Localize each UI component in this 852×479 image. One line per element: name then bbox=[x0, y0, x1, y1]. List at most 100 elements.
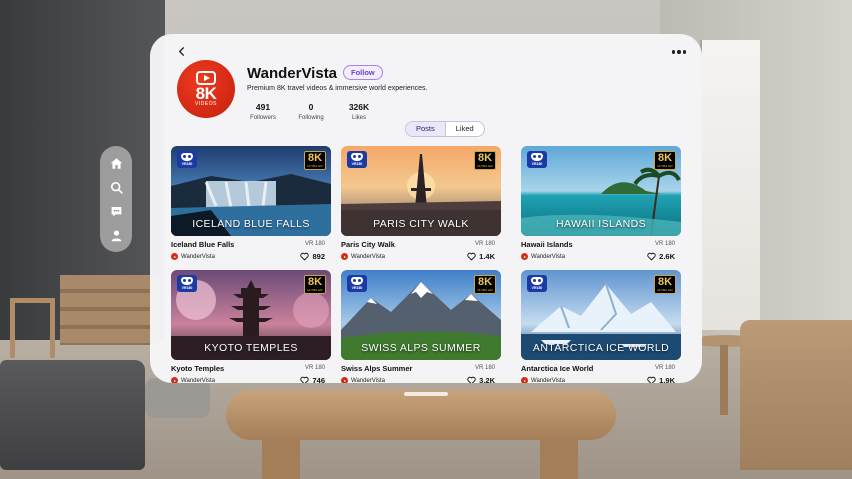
like-button[interactable]: 892 bbox=[300, 252, 325, 261]
stat-value: 326K bbox=[348, 102, 370, 112]
video-card[interactable]: VR180 8K ULTRA HD HAWAII ISLANDS Hawaii I… bbox=[521, 146, 681, 261]
like-count: 3.2K bbox=[479, 376, 495, 383]
nav-profile-button[interactable] bbox=[105, 224, 127, 246]
sofa bbox=[0, 360, 145, 470]
video-format-tag: VR 180 bbox=[654, 365, 675, 371]
tab-posts[interactable]: Posts bbox=[406, 122, 446, 136]
author-avatar-icon bbox=[171, 253, 178, 260]
armchair bbox=[740, 320, 852, 470]
channel-avatar[interactable]: 8K VIDEOS bbox=[177, 60, 235, 118]
avatar-big-text: 8K bbox=[195, 84, 217, 103]
window-grabber[interactable] bbox=[404, 392, 448, 396]
back-button[interactable] bbox=[174, 44, 188, 58]
video-thumbnail[interactable]: VR180 8K ULTRA HD KYOTO TEMPLES bbox=[171, 270, 331, 360]
8k-badge-sub: ULTRA HD bbox=[477, 288, 493, 292]
video-thumbnail[interactable]: VR180 8K ULTRA HD PARIS CITY WALK bbox=[341, 146, 501, 236]
channel-name: WanderVista bbox=[247, 65, 338, 82]
8k-badge-main: 8K bbox=[477, 276, 493, 288]
avatar-small-text: VIDEOS bbox=[195, 101, 217, 107]
author-avatar-icon bbox=[521, 377, 528, 383]
nav-messages-button[interactable] bbox=[105, 200, 127, 222]
thumbnail-overlay-title: HAWAII ISLANDS bbox=[555, 218, 646, 230]
stat-value: 491 bbox=[255, 102, 271, 112]
video-title[interactable]: Kyoto Temples bbox=[171, 364, 224, 373]
like-button[interactable]: 1.4K bbox=[467, 252, 495, 261]
thumbnail-overlay-title: ANTARCTICA ICE WORLD bbox=[532, 342, 670, 354]
video-author[interactable]: WanderVista bbox=[171, 253, 215, 260]
author-name: WanderVista bbox=[351, 253, 386, 260]
more-dot bbox=[677, 50, 681, 54]
video-format-tag: VR 180 bbox=[304, 241, 325, 247]
nav-search-button[interactable] bbox=[105, 176, 127, 198]
author-avatar-icon bbox=[521, 253, 528, 260]
vr-headset-icon bbox=[181, 277, 193, 285]
video-card[interactable]: VR180 8K ULTRA HD ICELAND BLUE FALLS Icel… bbox=[171, 146, 331, 261]
stat-followers[interactable]: 491 Followers bbox=[247, 102, 279, 121]
heart-icon bbox=[467, 376, 476, 383]
author-name: WanderVista bbox=[181, 377, 216, 384]
like-count: 1.9K bbox=[659, 376, 675, 383]
profile-window: 8K VIDEOS WanderVista Follow Premium 8K … bbox=[150, 34, 702, 383]
video-card[interactable]: VR180 8K ULTRA HD PARIS CITY WALK Paris C… bbox=[341, 146, 501, 261]
video-thumbnail[interactable]: VR180 8K ULTRA HD HAWAII ISLANDS bbox=[521, 146, 681, 236]
vr-headset-icon bbox=[351, 153, 363, 161]
stat-following[interactable]: 0 Following bbox=[295, 102, 327, 121]
8k-badge-main: 8K bbox=[657, 276, 673, 288]
video-author[interactable]: WanderVista bbox=[521, 253, 565, 260]
tab-liked[interactable]: Liked bbox=[446, 122, 484, 136]
vr180-badge: VR180 bbox=[527, 151, 547, 168]
vr-badge-text: VR180 bbox=[531, 286, 543, 290]
vr-badge-text: VR180 bbox=[181, 162, 193, 166]
video-thumbnail[interactable]: VR180 8K ULTRA HD ANTARCTICA ICE WORLD bbox=[521, 270, 681, 360]
thumbnail-overlay-title: ICELAND BLUE FALLS bbox=[192, 218, 310, 230]
vr180-badge: VR180 bbox=[527, 275, 547, 292]
author-avatar-icon bbox=[341, 253, 348, 260]
video-card[interactable]: VR180 8K ULTRA HD KYOTO TEMPLES Kyoto Tem… bbox=[171, 270, 331, 383]
table-leg bbox=[540, 435, 578, 479]
heart-icon bbox=[467, 252, 476, 261]
play-icon bbox=[196, 71, 216, 85]
video-title[interactable]: Hawaii Islands bbox=[521, 240, 573, 249]
side-navigation bbox=[100, 146, 132, 252]
video-card[interactable]: VR180 8K ULTRA HD SWISS ALPS SUMMER Swiss… bbox=[341, 270, 501, 383]
stat-likes: 326K Likes bbox=[343, 102, 375, 121]
vr-badge-text: VR180 bbox=[531, 162, 543, 166]
like-button[interactable]: 1.9K bbox=[647, 376, 675, 383]
vr-badge-text: VR180 bbox=[351, 286, 363, 290]
8k-badge-sub: ULTRA HD bbox=[477, 164, 493, 168]
video-title[interactable]: Swiss Alps Summer bbox=[341, 364, 412, 373]
video-author[interactable]: WanderVista bbox=[341, 253, 385, 260]
8k-badge: 8K ULTRA HD bbox=[654, 275, 676, 294]
profile-icon bbox=[111, 229, 121, 241]
follow-button[interactable]: Follow bbox=[343, 65, 383, 80]
heart-icon bbox=[300, 376, 310, 383]
video-title[interactable]: Paris City Walk bbox=[341, 240, 395, 249]
table-leg bbox=[262, 435, 300, 479]
coffee-table bbox=[226, 390, 616, 440]
nav-home-button[interactable] bbox=[105, 152, 127, 174]
8k-badge: 8K ULTRA HD bbox=[304, 275, 326, 294]
video-card[interactable]: VR180 8K ULTRA HD ANTARCTICA ICE WORLD An… bbox=[521, 270, 681, 383]
video-thumbnail[interactable]: VR180 8K ULTRA HD SWISS ALPS SUMMER bbox=[341, 270, 501, 360]
more-options-button[interactable] bbox=[670, 46, 688, 58]
8k-badge-main: 8K bbox=[307, 152, 323, 164]
like-button[interactable]: 3.2K bbox=[467, 376, 495, 383]
video-author[interactable]: WanderVista bbox=[341, 377, 385, 383]
video-author[interactable]: WanderVista bbox=[171, 377, 215, 383]
video-thumbnail[interactable]: VR180 8K ULTRA HD ICELAND BLUE FALLS bbox=[171, 146, 331, 236]
like-button[interactable]: 746 bbox=[300, 376, 325, 383]
chevron-left-icon bbox=[178, 46, 184, 56]
like-button[interactable]: 2.6K bbox=[647, 252, 675, 261]
vr-badge-text: VR180 bbox=[351, 162, 363, 166]
8k-badge-sub: ULTRA HD bbox=[657, 288, 673, 292]
video-title[interactable]: Iceland Blue Falls bbox=[171, 240, 234, 249]
8k-badge: 8K ULTRA HD bbox=[474, 151, 496, 170]
thumbnail-overlay-title: PARIS CITY WALK bbox=[373, 218, 469, 230]
vr180-badge: VR180 bbox=[347, 275, 367, 292]
video-author[interactable]: WanderVista bbox=[521, 377, 565, 383]
vr180-badge: VR180 bbox=[347, 151, 367, 168]
vr-headset-icon bbox=[351, 277, 363, 285]
more-dot bbox=[671, 50, 676, 54]
stat-label: Following bbox=[298, 115, 324, 121]
video-title[interactable]: Antarctica Ice World bbox=[521, 364, 593, 373]
